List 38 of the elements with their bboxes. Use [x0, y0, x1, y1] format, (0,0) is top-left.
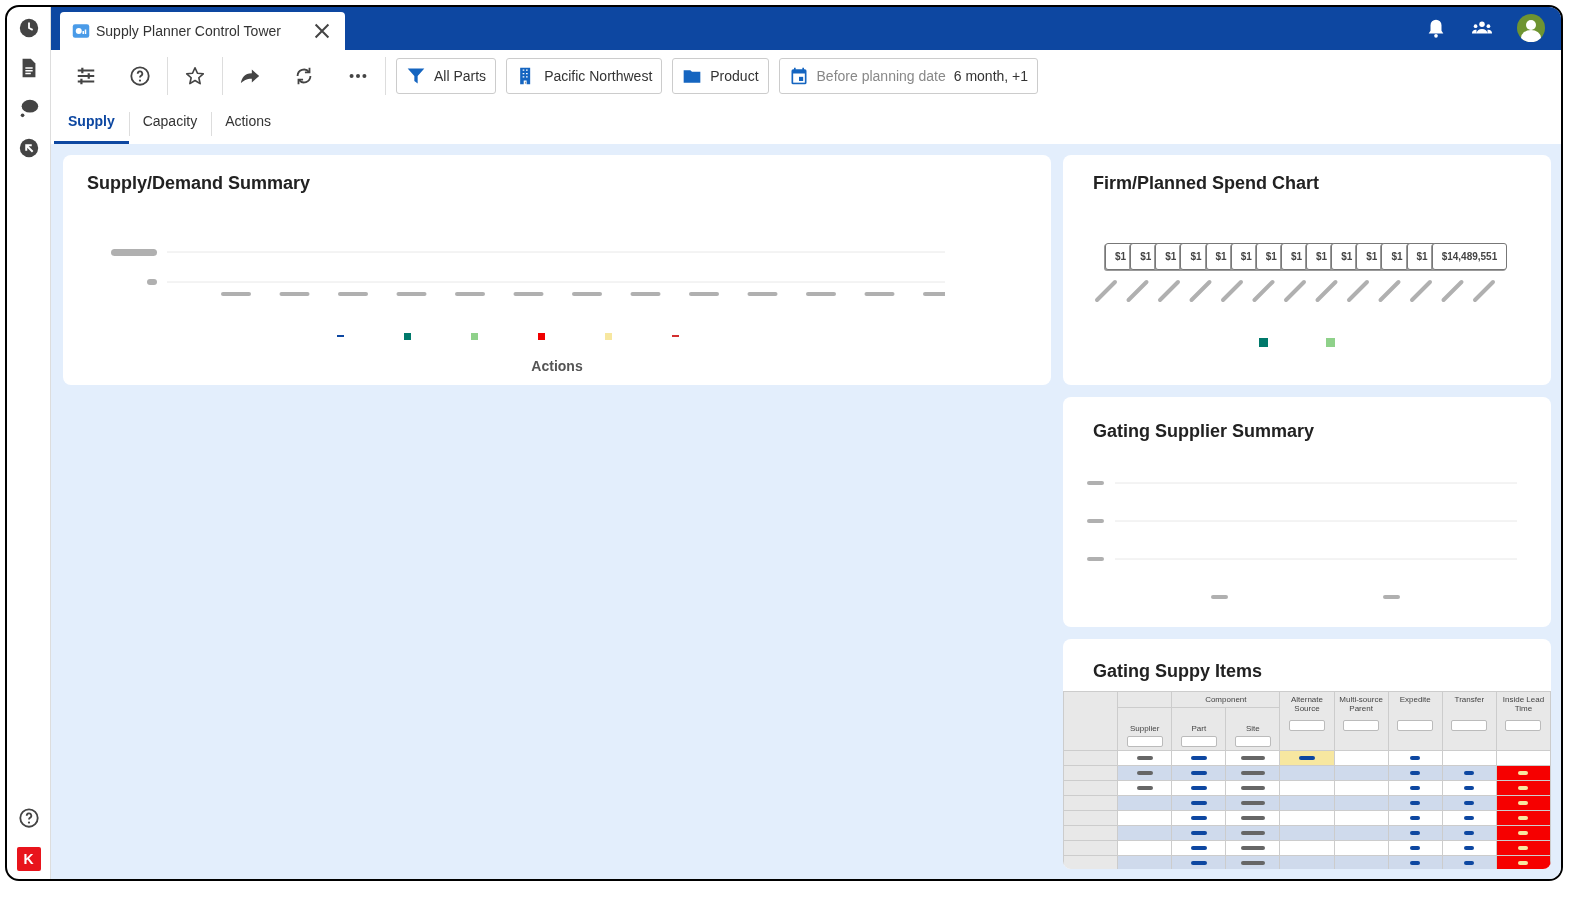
- filter-field[interactable]: [1180, 735, 1217, 747]
- filter-field[interactable]: [1126, 735, 1163, 747]
- filter-chip[interactable]: Pacific Northwest: [506, 58, 663, 95]
- filter-chip[interactable]: All Parts: [396, 58, 497, 95]
- axis-label: Actions: [530, 356, 584, 376]
- help-icon[interactable]: [17, 807, 40, 829]
- card-title: Gating Supplier Summary: [1093, 421, 1316, 443]
- card-title: Supply/Demand Summary: [87, 173, 312, 195]
- tab[interactable]: Capacity: [128, 102, 212, 144]
- column-header: Multi-source Parent: [1338, 694, 1384, 713]
- column-header: Site: [1246, 723, 1260, 733]
- filter-field[interactable]: [1505, 719, 1542, 731]
- column-header: Expedite: [1399, 694, 1431, 704]
- filter-field[interactable]: [1289, 719, 1325, 731]
- column-header: Supplier: [1130, 723, 1160, 733]
- column-header: Part: [1191, 723, 1207, 733]
- clock-icon[interactable]: [17, 17, 40, 39]
- avatar-icon[interactable]: [1517, 14, 1545, 43]
- column-header: Transfer: [1454, 694, 1485, 704]
- column-header: Alternate Source: [1289, 694, 1324, 713]
- arrow-circle-icon[interactable]: [17, 137, 40, 159]
- filter-chip[interactable]: Before planning date 6 month, +1: [778, 58, 1039, 95]
- column-group-header: Component: [1171, 691, 1280, 708]
- app-tab[interactable]: Supply Planner Control Tower: [60, 12, 345, 51]
- tab[interactable]: Actions: [211, 102, 286, 144]
- filter-field[interactable]: [1397, 719, 1434, 731]
- logo[interactable]: K: [16, 847, 41, 871]
- filter-chip[interactable]: Product: [672, 58, 769, 95]
- value-label: $14,489,551: [1431, 242, 1508, 270]
- dashboard-icon: [72, 22, 90, 41]
- card-title: Gating Suppy Items: [1092, 660, 1264, 683]
- filter-field[interactable]: [1343, 719, 1380, 731]
- card-title: Firm/Planned Spend Chart: [1093, 173, 1321, 195]
- help-icon[interactable]: [129, 65, 151, 88]
- filter-field[interactable]: [1234, 735, 1271, 747]
- filter-field[interactable]: [1451, 719, 1488, 731]
- column-header: Inside Lead Time: [1501, 694, 1546, 713]
- tab-title: Supply Planner Control Tower: [96, 21, 282, 41]
